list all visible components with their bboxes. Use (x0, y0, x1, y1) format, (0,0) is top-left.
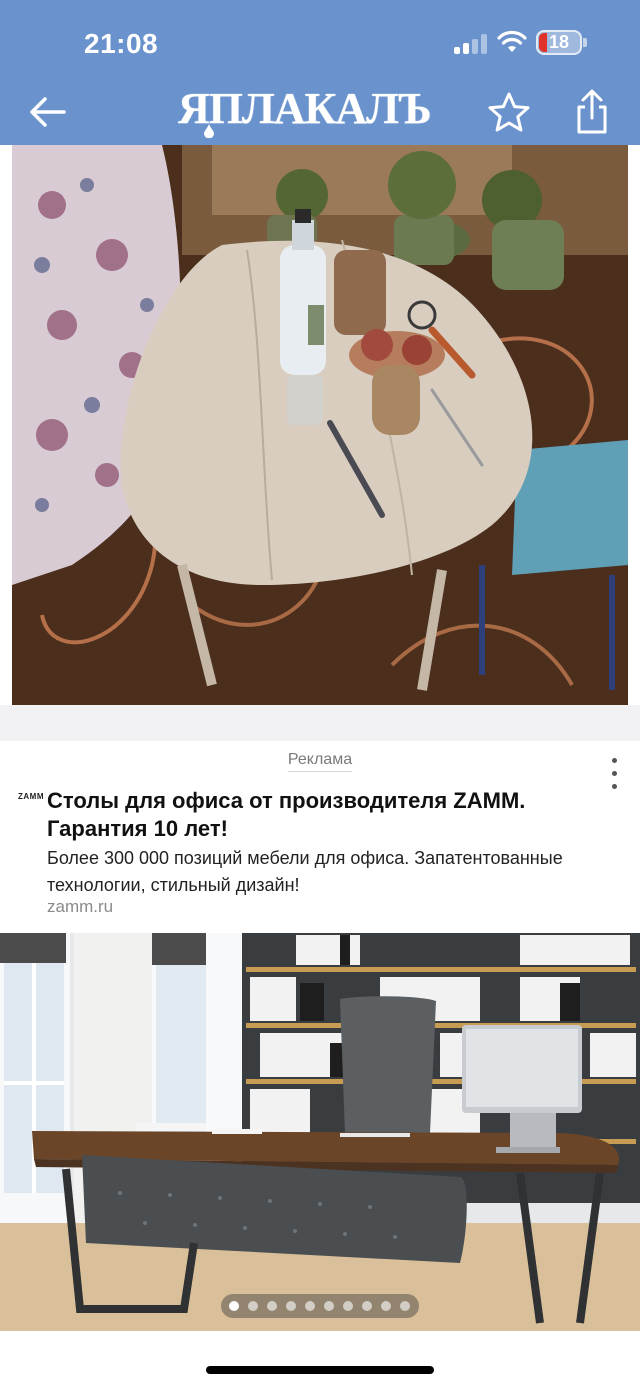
carousel-dot[interactable] (400, 1301, 410, 1311)
more-vertical-icon[interactable] (604, 756, 624, 792)
carousel-dot[interactable] (362, 1301, 372, 1311)
carousel-dot[interactable] (229, 1301, 239, 1311)
status-time: 21:08 (84, 28, 159, 59)
carousel-dot[interactable] (343, 1301, 353, 1311)
share-icon[interactable] (570, 88, 614, 136)
ad-label: Реклама (0, 751, 640, 772)
carousel-dot[interactable] (324, 1301, 334, 1311)
ad-domain[interactable]: zamm.ru (47, 897, 113, 917)
battery-level: 18 (548, 32, 570, 52)
signal-icon (454, 34, 488, 54)
carousel-dot[interactable] (381, 1301, 391, 1311)
ad-title[interactable]: Столы для офиса от производителя ZAMM. Г… (47, 787, 607, 843)
wifi-icon (497, 30, 527, 52)
carousel-dot[interactable] (267, 1301, 277, 1311)
carousel-dot[interactable] (248, 1301, 258, 1311)
home-indicator[interactable] (206, 1366, 434, 1374)
carousel-dot[interactable] (286, 1301, 296, 1311)
star-icon[interactable] (486, 90, 532, 136)
carousel-indicator[interactable] (221, 1294, 419, 1318)
logo-drop-icon (204, 124, 214, 138)
feed-separator (0, 705, 640, 741)
carousel-dot[interactable] (305, 1301, 315, 1311)
app-header: 21:08 18 ЯПЛАКАЛЪ (0, 0, 640, 145)
site-logo[interactable]: ЯПЛАКАЛЪ (178, 84, 432, 134)
post-photo[interactable] (12, 145, 628, 705)
advertiser-logo[interactable]: ZAMM (18, 792, 44, 801)
ad-image[interactable] (0, 933, 640, 1331)
ad-description[interactable]: Более 300 000 позиций мебели для офиса. … (47, 845, 607, 899)
back-arrow-icon[interactable] (26, 90, 70, 134)
battery-icon: 18 (536, 30, 582, 55)
